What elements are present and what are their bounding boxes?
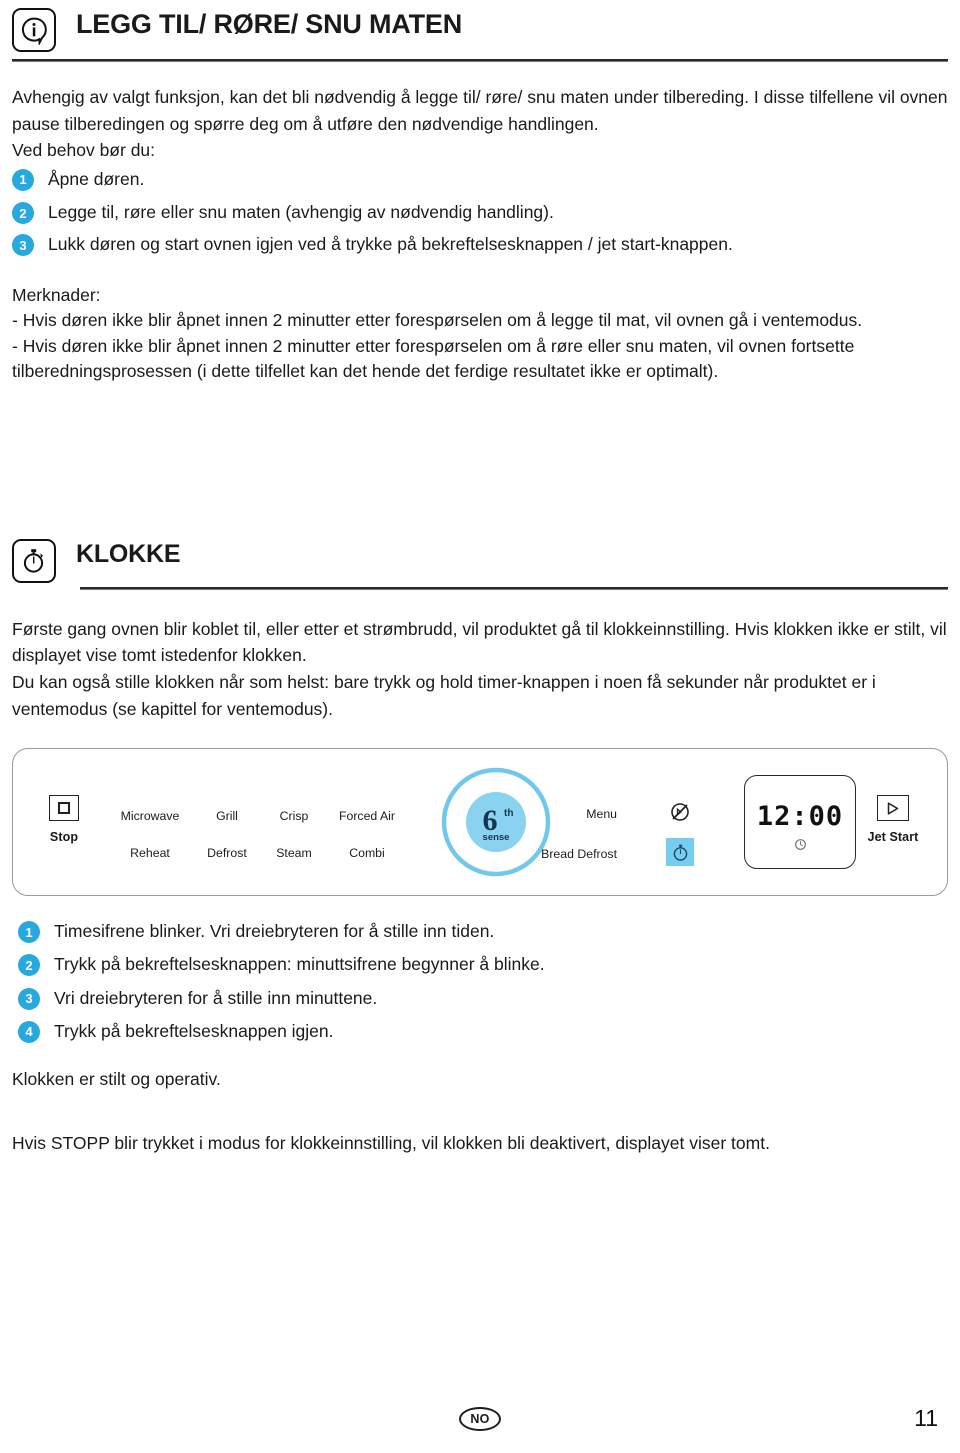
manual-page: LEGG TIL/ RØRE/ SNU MATEN Avhengig av va… — [0, 6, 960, 1453]
list-item: 1 Åpne døren. — [12, 166, 948, 192]
function-microwave[interactable]: Microwave — [107, 809, 193, 823]
function-reheat[interactable]: Reheat — [107, 846, 193, 860]
step-badge: 3 — [12, 234, 34, 257]
note-item: - Hvis døren ikke blir åpnet innen 2 min… — [12, 310, 863, 331]
function-bread-defrost[interactable]: Bread Defrost — [541, 847, 617, 861]
title-divider — [12, 59, 948, 62]
page-number: 11 — [914, 1405, 938, 1431]
section1-intro: Avhengig av valgt funksjon, kan det bli … — [12, 87, 948, 134]
section2-divider — [80, 586, 948, 590]
step-text: Vri dreiebryteren for å stille inn minut… — [54, 987, 378, 1008]
list-item: 3 Vri dreiebryteren for å stille inn min… — [18, 985, 948, 1011]
function-combi[interactable]: Combi — [327, 846, 407, 860]
list-item: 2 Trykk på bekreftelsesknappen: minuttsi… — [18, 951, 948, 977]
step-badge: 2 — [12, 202, 34, 225]
list-item: 3 Lukk døren og start ovnen igjen ved å … — [12, 231, 948, 257]
sound-off-icon[interactable] — [669, 801, 691, 823]
section-header-legg-til: LEGG TIL/ RØRE/ SNU MATEN — [12, 6, 948, 52]
step-badge: 1 — [18, 921, 40, 944]
function-crisp[interactable]: Crisp — [261, 809, 327, 823]
right-icon-group — [663, 801, 697, 867]
function-grill[interactable]: Grill — [193, 809, 261, 823]
right-function-labels: Menu Bread Defrost — [541, 807, 617, 861]
section2-steps: 1 Timesifrene blinker. Vri dreiebryteren… — [18, 918, 948, 1044]
timer-button[interactable] — [666, 838, 694, 867]
step-badge: 4 — [18, 1020, 40, 1043]
section-header-klokke: KLOKKE — [12, 537, 948, 583]
clock-icon — [794, 838, 807, 856]
control-panel-diagram: Stop Microwave Grill Crisp Forced Air Re… — [12, 748, 948, 897]
function-steam[interactable]: Steam — [261, 846, 327, 860]
play-triangle-icon — [877, 795, 909, 822]
list-item: 2 Legge til, røre eller snu maten (avhen… — [12, 199, 948, 225]
section2-para2: Du kan også stille klokken når som helst… — [12, 671, 876, 719]
section2-title: KLOKKE — [76, 539, 181, 568]
square-stop-icon — [49, 795, 79, 822]
function-forced-air[interactable]: Forced Air — [327, 809, 407, 823]
list-item: 1 Timesifrene blinker. Vri dreiebryteren… — [18, 918, 948, 944]
stop-label: Stop — [49, 830, 79, 845]
step-badge: 1 — [12, 168, 34, 191]
stop-button[interactable]: Stop — [39, 795, 89, 844]
step-text: Timesifrene blinker. Vri dreiebryteren f… — [54, 921, 495, 942]
jet-start-button[interactable]: Jet Start — [861, 795, 925, 844]
function-labels: Microwave Grill Crisp Forced Air Reheat … — [107, 809, 407, 860]
step-text: Åpne døren. — [48, 168, 145, 189]
step-text: Legge til, røre eller snu maten (avhengi… — [48, 202, 554, 223]
info-icon — [12, 8, 56, 52]
stopwatch-icon — [12, 538, 56, 583]
svg-text:sense: sense — [483, 832, 510, 843]
page-title: LEGG TIL/ RØRE/ SNU MATEN — [76, 9, 462, 39]
oven-display: 12:00 — [744, 775, 856, 870]
section2-closing2: Hvis STOPP blir trykket i modus for klok… — [12, 1132, 770, 1153]
step-text: Trykk på bekreftelsesknappen: minuttsifr… — [54, 954, 545, 975]
display-time-value: 12:00 — [756, 800, 844, 832]
step-text: Trykk på bekreftelsesknappen igjen. — [54, 1020, 334, 1041]
section2-closing1: Klokken er stilt og operativ. — [12, 1069, 221, 1090]
locale-badge: NO — [459, 1407, 501, 1431]
section1-lead: Ved behov bør du: — [12, 140, 156, 161]
note-item: - Hvis døren ikke blir åpnet innen 2 min… — [12, 335, 855, 382]
jet-start-label: Jet Start — [867, 830, 919, 845]
section2-para1: Første gang ovnen blir koblet til, eller… — [12, 618, 947, 666]
list-item: 4 Trykk på bekreftelsesknappen igjen. — [18, 1018, 948, 1044]
page-footer: NO 11 — [0, 1401, 960, 1441]
svg-text:th: th — [504, 808, 513, 819]
step-text: Lukk døren og start ovnen igjen ved å tr… — [48, 234, 733, 255]
step-badge: 2 — [18, 954, 40, 977]
step-badge: 3 — [18, 987, 40, 1010]
function-menu[interactable]: Menu — [541, 807, 617, 821]
rotary-dial[interactable]: 6 th sense — [440, 766, 552, 883]
function-defrost[interactable]: Defrost — [193, 846, 261, 860]
notes-title: Merknader: — [12, 284, 101, 305]
section1-steps: 1 Åpne døren. 2 Legge til, røre eller sn… — [12, 166, 948, 258]
